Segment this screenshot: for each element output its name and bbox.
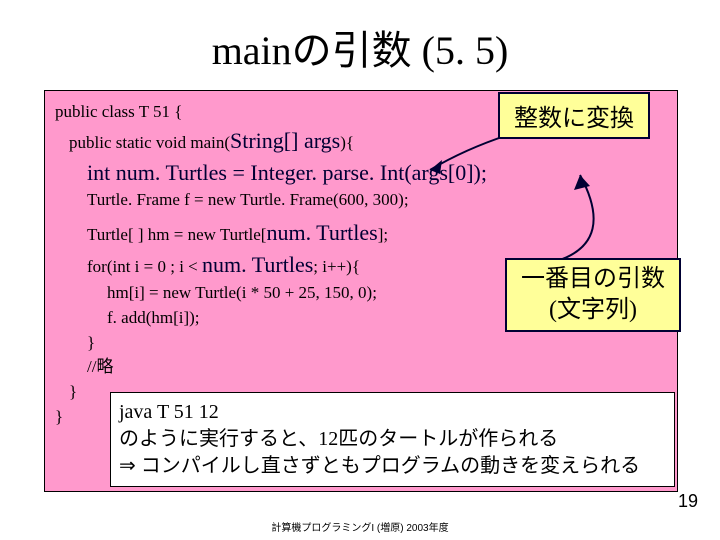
footer-text: 計算機プログラミングI (増原) 2003年度 <box>0 519 720 534</box>
code-line: //略 <box>55 356 667 379</box>
code-text: ; i++){ <box>313 257 360 276</box>
note-line: のように実行すると、12匹のタートルが作られる <box>119 426 666 453</box>
slide-title: mainの引数 (5. 5) <box>0 0 720 84</box>
code-line: } <box>55 332 667 355</box>
code-highlight: String[] args <box>230 128 340 153</box>
callout-text: (文字列) <box>521 295 665 326</box>
arrow-icon <box>520 170 640 265</box>
page-number: 19 <box>678 491 698 512</box>
note-line: java T 51 12 <box>119 399 666 426</box>
callout-integer: 整数に変換 <box>498 92 650 139</box>
note-text: コンパイルし直さずともプログラムの動きを変えられる <box>136 455 640 477</box>
note-line: ⇒ コンパイルし直さずともプログラムの動きを変えられる <box>119 453 666 480</box>
code-text: Turtle[ ] hm = new Turtle[ <box>87 225 266 244</box>
code-text: ]; <box>378 225 388 244</box>
code-text: for(int i = 0 ; i < <box>87 257 202 276</box>
code-highlight: num. Turtles <box>202 252 313 277</box>
code-text: ){ <box>340 133 354 152</box>
arrow-symbol: ⇒ <box>119 455 136 477</box>
callout-first-arg: 一番目の引数 (文字列) <box>505 258 681 332</box>
code-highlight: num. Turtles <box>266 220 377 245</box>
callout-text: 一番目の引数 <box>521 264 665 295</box>
code-text: public static void main( <box>69 133 230 152</box>
note-box: java T 51 12 のように実行すると、12匹のタートルが作られる ⇒ コ… <box>110 392 675 487</box>
